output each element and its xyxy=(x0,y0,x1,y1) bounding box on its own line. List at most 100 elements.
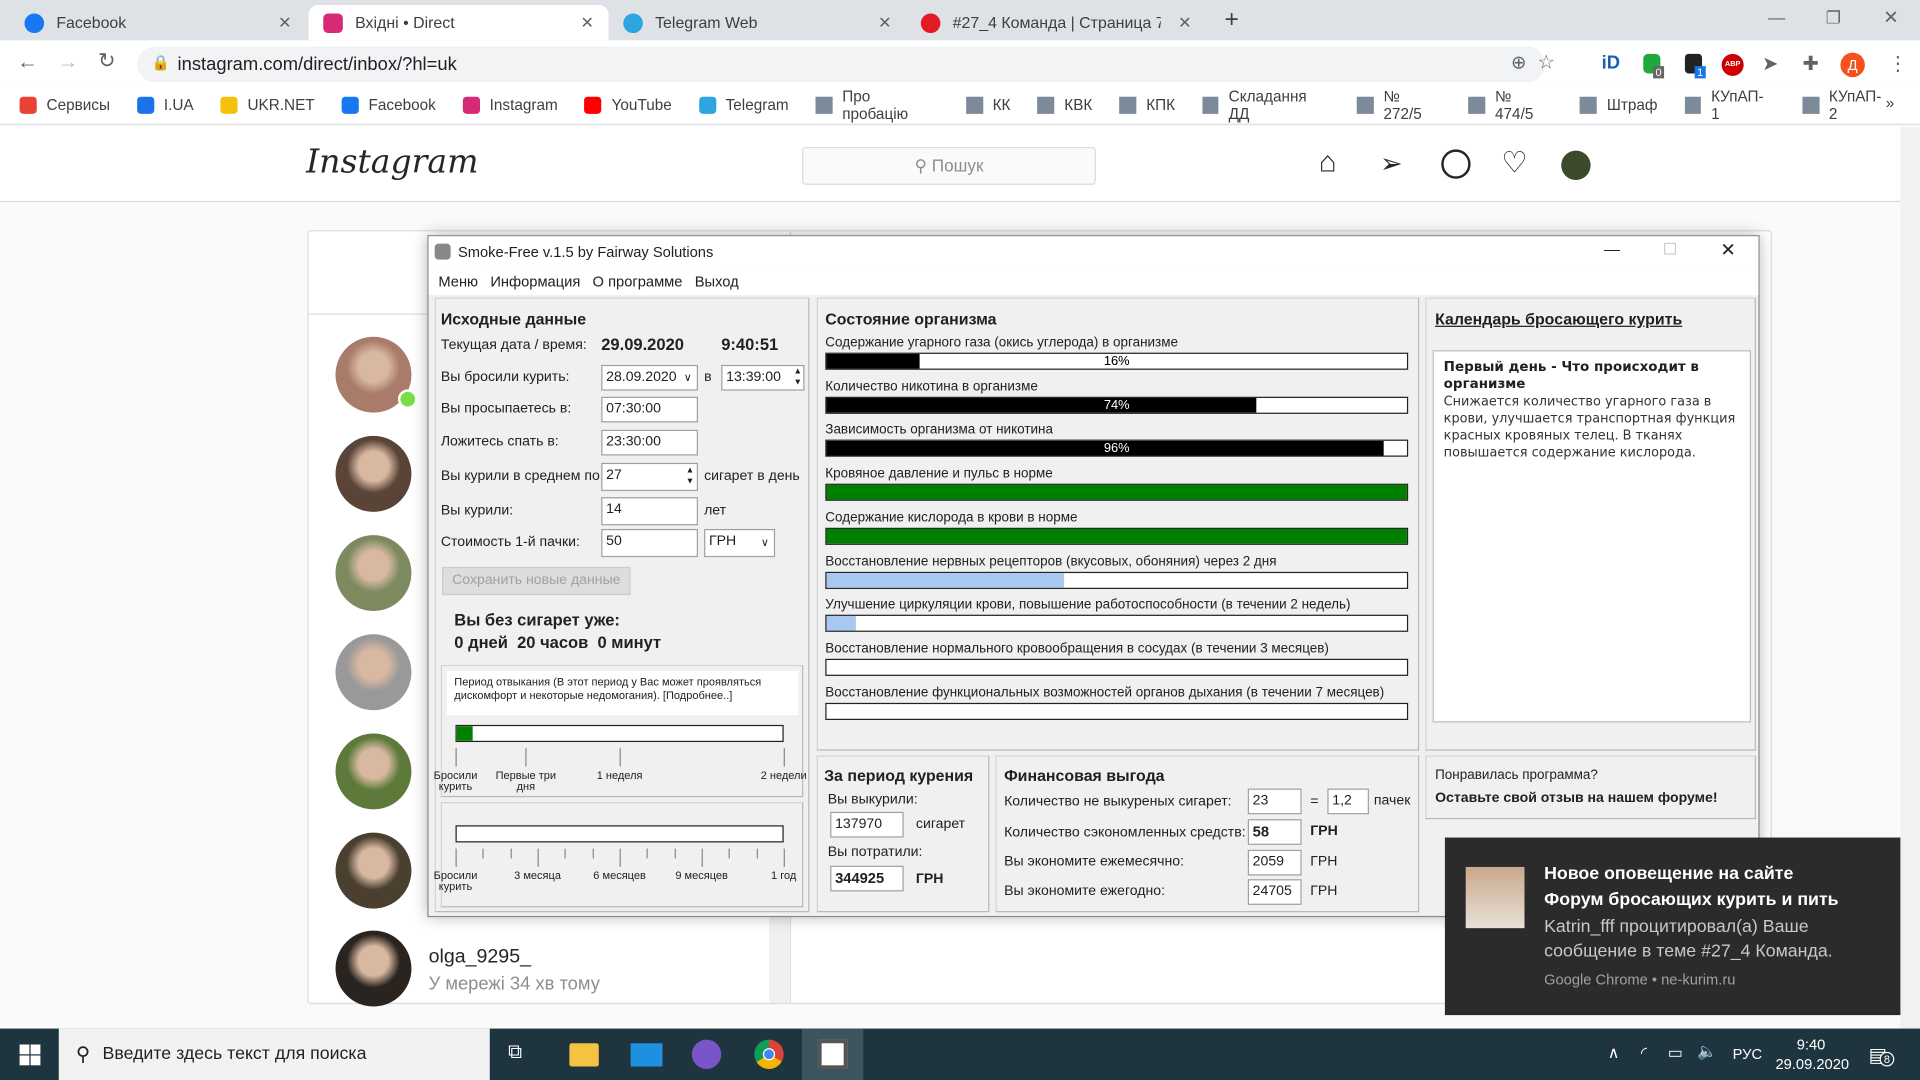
smoke-free-taskbar-button[interactable] xyxy=(802,1028,864,1080)
close-tab-icon[interactable]: ✕ xyxy=(278,13,291,33)
network-icon[interactable]: ◜ xyxy=(1641,1043,1647,1063)
extensions-puzzle-icon[interactable]: ✚ xyxy=(1802,51,1818,75)
spinner-arrows-icon[interactable]: ▲ ▼ xyxy=(794,366,802,388)
withdrawal-info[interactable]: Период отвыкания (В этот период у Вас мо… xyxy=(446,671,799,716)
conversation-avatar[interactable] xyxy=(335,634,412,711)
bookmark-item[interactable]: КПК xyxy=(1119,96,1175,114)
tick-mark xyxy=(756,848,758,859)
maximize-button[interactable]: ☐ xyxy=(1663,240,1677,260)
conversation-avatar[interactable] xyxy=(335,535,412,612)
bookmark-item[interactable]: КУпАП- 2 xyxy=(1802,88,1893,122)
bookmark-item[interactable]: Telegram xyxy=(698,96,789,114)
bookmark-item[interactable]: КВК xyxy=(1037,96,1092,114)
bookmark-item[interactable]: № 474/5 xyxy=(1468,88,1553,122)
language-indicator[interactable]: РУС xyxy=(1733,1046,1762,1063)
bookmark-item[interactable]: Сервисы xyxy=(19,96,110,114)
forward-button[interactable]: → xyxy=(58,50,79,74)
bookmark-star-icon[interactable]: ☆ xyxy=(1538,50,1556,74)
lock-icon: 🔒 xyxy=(151,53,171,72)
action-center-icon[interactable]: ▤ 8 xyxy=(1869,1043,1895,1067)
bookmark-item[interactable]: КК xyxy=(965,96,1010,114)
bookmarks-overflow-button[interactable]: » xyxy=(1886,94,1895,111)
restore-button[interactable]: ❐ xyxy=(1826,7,1841,28)
forum-link[interactable]: Оставьте свой отзыв на нашем форуме! xyxy=(1435,791,1717,806)
menu-item-menu[interactable]: Меню xyxy=(438,273,478,290)
send-extension-icon[interactable]: ➤ xyxy=(1762,51,1778,75)
back-button[interactable]: ← xyxy=(17,50,38,74)
wake-time-input[interactable]: 07:30:00 xyxy=(601,396,698,423)
reload-button[interactable]: ↻ xyxy=(98,49,115,73)
bookmark-item[interactable]: Instagram xyxy=(462,96,558,114)
year-progress-bar xyxy=(455,825,784,843)
close-window-button[interactable]: ✕ xyxy=(1883,6,1898,28)
activity-heart-icon[interactable]: ♡ xyxy=(1501,146,1527,182)
bookmark-item[interactable]: Facebook xyxy=(341,96,436,114)
conversation-avatar[interactable] xyxy=(335,832,412,909)
profile-avatar[interactable] xyxy=(1561,150,1591,181)
taskbar-search-input[interactable]: ⚲ Введите здесь текст для поиска xyxy=(58,1028,490,1080)
task-view-icon[interactable]: ⧉ xyxy=(508,1042,522,1064)
conversation-avatar[interactable] xyxy=(335,930,412,1007)
bookmark-item[interactable]: YouTube xyxy=(584,96,672,114)
saved-label: Количество сэкономленных средств: xyxy=(1004,825,1246,841)
menu-item-about[interactable]: О программе xyxy=(593,273,683,290)
bookmark-item[interactable]: № 272/5 xyxy=(1356,88,1442,122)
close-tab-icon[interactable]: ✕ xyxy=(878,13,891,33)
windows-start-icon[interactable] xyxy=(19,1044,41,1066)
conversation-username[interactable]: olga_9295_ xyxy=(429,947,531,969)
menu-item-info[interactable]: Информация xyxy=(490,273,580,290)
volume-icon[interactable]: 🔈 xyxy=(1697,1042,1717,1062)
extension-box-icon[interactable]: 1 xyxy=(1684,53,1706,79)
currency-select[interactable]: ГРН ∨ xyxy=(704,528,776,558)
avg-cigarettes-spinner[interactable]: 27 ▲ ▼ xyxy=(601,462,698,492)
quit-date-picker[interactable]: 28.09.2020 ∨ xyxy=(601,364,698,391)
profile-avatar[interactable]: Д xyxy=(1840,52,1865,78)
calendar-link[interactable]: Календарь бросающего курить xyxy=(1435,310,1682,328)
page-scrollbar[interactable] xyxy=(1900,127,1920,1029)
tab-instagram-direct[interactable]: Вхідні • Direct ✕ xyxy=(308,4,609,41)
search-input[interactable]: ⚲ Пошук xyxy=(802,146,1096,185)
bookmark-item[interactable]: Штраф xyxy=(1579,96,1658,114)
close-tab-icon[interactable]: ✕ xyxy=(581,13,594,33)
file-explorer-icon[interactable] xyxy=(569,1043,599,1067)
chrome-icon[interactable] xyxy=(754,1039,784,1069)
conversation-avatar[interactable] xyxy=(335,733,412,810)
sleep-time-input[interactable]: 23:30:00 xyxy=(601,429,698,456)
tab-forum[interactable]: #27_4 Команда | Страница 70 | ✕ xyxy=(906,5,1206,41)
extension-id-icon[interactable]: iD xyxy=(1602,53,1620,74)
mail-icon[interactable] xyxy=(630,1043,663,1067)
close-tab-icon[interactable]: ✕ xyxy=(1178,13,1191,33)
zoom-icon[interactable]: ⊕ xyxy=(1511,51,1526,74)
minimize-button[interactable]: — xyxy=(1768,7,1785,27)
menu-item-exit[interactable]: Выход xyxy=(695,273,739,290)
show-hidden-icons[interactable]: ∧ xyxy=(1608,1043,1620,1063)
new-tab-button[interactable]: + xyxy=(1224,6,1238,34)
menu-kebab-icon[interactable]: ⋮ xyxy=(1888,51,1908,75)
bookmark-item[interactable]: I.UA xyxy=(136,96,194,114)
years-input[interactable]: 14 xyxy=(601,497,698,526)
spinner-arrows-icon[interactable]: ▲ ▼ xyxy=(686,465,694,487)
quit-time-spinner[interactable]: 13:39:00 ▲ ▼ xyxy=(721,364,805,391)
conversation-avatar[interactable] xyxy=(335,435,412,512)
adblock-icon[interactable]: ABP xyxy=(1721,53,1744,76)
save-button[interactable]: Сохранить новые данные xyxy=(442,566,631,596)
instagram-logo[interactable]: Instagram xyxy=(306,143,478,181)
explore-icon[interactable] xyxy=(1441,149,1471,179)
tab-facebook[interactable]: Facebook ✕ xyxy=(10,5,306,41)
bookmark-item[interactable]: КУпАП- 1 xyxy=(1684,88,1775,122)
viber-icon[interactable] xyxy=(691,1039,722,1069)
close-button[interactable]: ✕ xyxy=(1720,239,1735,261)
direct-icon[interactable]: ➢ xyxy=(1380,148,1403,180)
battery-icon[interactable]: ▭ xyxy=(1668,1043,1683,1063)
price-input[interactable]: 50 xyxy=(601,528,698,558)
tab-telegram[interactable]: Telegram Web ✕ xyxy=(609,5,907,41)
minimize-button[interactable]: — xyxy=(1604,240,1620,258)
bookmark-item[interactable]: Складання ДД xyxy=(1202,88,1330,122)
home-icon[interactable]: ⌂ xyxy=(1319,146,1337,180)
bookmark-item[interactable]: UKR.NET xyxy=(220,96,315,114)
address-bar[interactable]: 🔒 instagram.com/direct/inbox/?hl=uk ⊕ ☆ xyxy=(137,46,1555,83)
toast-notification[interactable]: Новое оповещение на сайте Форум бросающи… xyxy=(1444,837,1901,1016)
clock[interactable]: 9:40 29.09.2020 xyxy=(1776,1035,1850,1074)
extension-check-icon[interactable]: 0 xyxy=(1643,53,1665,79)
bookmark-item[interactable]: Про пробацію xyxy=(815,88,939,122)
